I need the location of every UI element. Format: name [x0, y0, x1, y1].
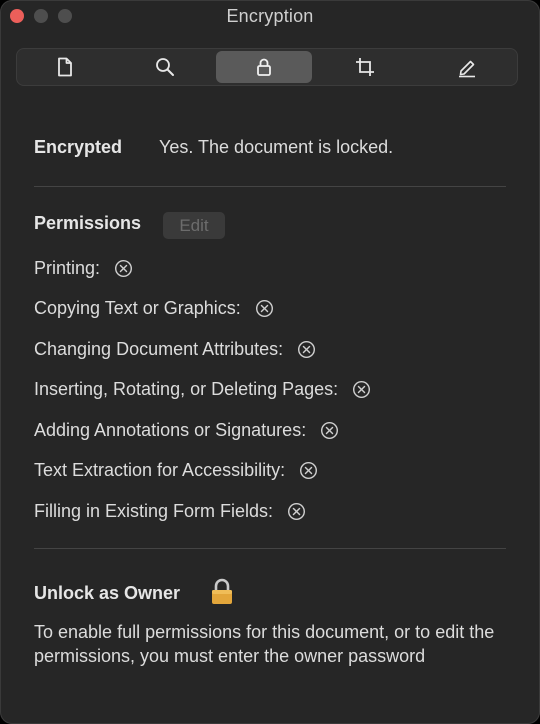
lock-icon — [257, 58, 271, 76]
not-allowed-icon — [288, 502, 306, 521]
permission-label: Changing Document Attributes: — [34, 339, 284, 359]
permission-label: Printing: — [34, 258, 101, 278]
permission-row-copying: Copying Text or Graphics: — [34, 298, 274, 319]
search-icon — [156, 58, 174, 76]
permission-row-annotations: Adding Annotations or Signatures: — [34, 420, 339, 441]
permission-row-form-fields: Filling in Existing Form Fields: — [34, 501, 306, 522]
permission-label: Filling in Existing Form Fields: — [34, 501, 274, 521]
not-allowed-icon — [321, 421, 339, 440]
encrypted-label: Encrypted — [34, 137, 123, 157]
permission-row-pages: Inserting, Rotating, or Deleting Pages: — [34, 379, 371, 400]
not-allowed-icon — [115, 259, 133, 278]
section-divider — [34, 548, 506, 549]
not-allowed-icon — [298, 340, 316, 359]
permission-label: Inserting, Rotating, or Deleting Pages: — [34, 379, 339, 399]
document-icon — [58, 57, 72, 77]
tab-crop[interactable] — [317, 51, 413, 83]
not-allowed-icon — [353, 380, 371, 399]
title-bar: Encryption — [0, 0, 540, 34]
tab-encryption[interactable] — [216, 51, 312, 83]
permission-label: Text Extraction for Accessibility: — [34, 460, 286, 480]
permission-label: Adding Annotations or Signatures: — [34, 420, 307, 440]
inspector-toolbar — [16, 48, 518, 86]
window-title: Encryption — [226, 6, 314, 26]
tab-search[interactable] — [117, 51, 213, 83]
permission-label: Copying Text or Graphics: — [34, 298, 241, 318]
pencil-icon — [459, 60, 475, 78]
encryption-window: Encryption Encrypted Yes. The document i… — [0, 0, 540, 724]
unlock-as-owner-title: Unlock as Owner — [34, 583, 181, 603]
permissions-title: Permissions — [34, 213, 142, 233]
unlock-description: To enable full permissions for this docu… — [34, 622, 495, 666]
permission-row-printing: Printing: — [34, 258, 133, 279]
tab-document-info[interactable] — [17, 51, 113, 83]
padlock-icon[interactable] — [210, 578, 234, 606]
permission-row-changing-attributes: Changing Document Attributes: — [34, 339, 316, 360]
crop-icon — [356, 58, 374, 76]
section-divider — [34, 186, 506, 187]
tab-annotate[interactable] — [419, 51, 515, 83]
encrypted-value: Yes. The document is locked. — [159, 137, 394, 157]
not-allowed-icon — [300, 461, 318, 480]
permission-row-text-extraction: Text Extraction for Accessibility: — [34, 460, 318, 481]
edit-permissions-button[interactable]: Edit — [163, 212, 225, 239]
not-allowed-icon — [255, 299, 273, 318]
